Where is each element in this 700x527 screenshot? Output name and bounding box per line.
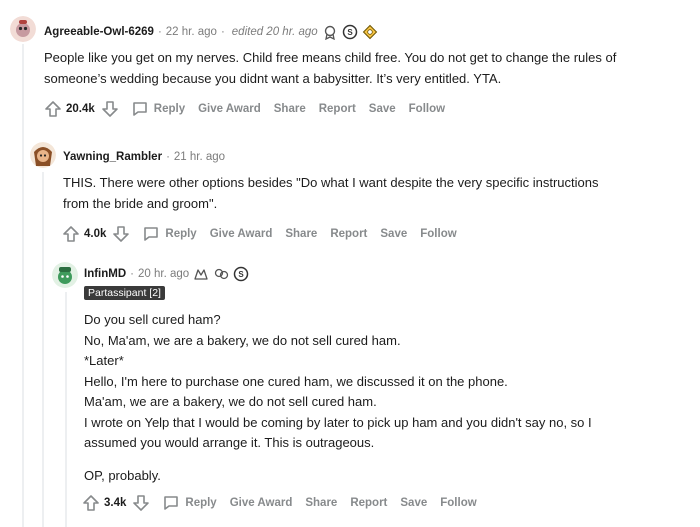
save-button[interactable]: Save: [369, 103, 396, 115]
thread-line[interactable]: [42, 172, 44, 527]
give-award-button[interactable]: Give Award: [210, 228, 273, 240]
vote-score: 20.4k: [66, 103, 95, 115]
reply-bubble-icon: [144, 227, 159, 241]
comment-meta: Yawning_Rambler · 21 hr. ago: [63, 151, 226, 163]
follow-button[interactable]: Follow: [440, 497, 476, 509]
save-button[interactable]: Save: [380, 228, 407, 240]
comment-line: Ma'am, we are a bakery, we do not sell c…: [84, 394, 377, 409]
comment-actions: 20.4k Reply Give Award Share Report Save…: [44, 100, 445, 118]
save-button[interactable]: Save: [400, 497, 427, 509]
comment-line: People like you get on my nerves. Child …: [44, 50, 617, 65]
reply-bubble-icon: [132, 102, 147, 116]
vote-score: 3.4k: [104, 497, 127, 509]
user-flair: Partassipant [2]: [84, 286, 165, 300]
report-button[interactable]: Report: [319, 103, 356, 115]
comment-body: Do you sell cured ham? No, Ma'am, we are…: [84, 310, 684, 486]
thread-line[interactable]: [22, 44, 24, 527]
comment-line: [84, 454, 684, 466]
comment-line: from the bride and groom".: [63, 195, 218, 211]
share-button[interactable]: Share: [285, 228, 317, 240]
thread-line[interactable]: [65, 292, 67, 527]
downvote-icon[interactable]: [101, 100, 119, 118]
comment-line: Do you sell cured ham?: [84, 312, 221, 327]
downvote-icon[interactable]: [112, 225, 130, 243]
timestamp[interactable]: 22 hr. ago: [166, 26, 217, 38]
comment-line: OP, probably.: [84, 467, 161, 483]
comment-line: THIS. There were other options besides "…: [63, 175, 599, 190]
comment-line: No, Ma'am, we are a bakery, we do not se…: [84, 332, 401, 348]
reply-bubble-icon: [164, 496, 179, 510]
comment-line: I wrote on Yelp that I would be coming b…: [84, 414, 592, 430]
give-award-button[interactable]: Give Award: [230, 497, 293, 509]
comment-meta: Agreeable-Owl-6269 · 22 hr. ago · edited…: [44, 24, 378, 40]
username[interactable]: InfinMD: [84, 268, 126, 280]
follow-button[interactable]: Follow: [409, 103, 445, 115]
username[interactable]: Yawning_Rambler: [63, 151, 162, 163]
award-icon[interactable]: [193, 266, 209, 282]
upvote-icon[interactable]: [44, 100, 62, 118]
report-button[interactable]: Report: [350, 497, 387, 509]
avatar[interactable]: [30, 142, 56, 168]
award-icon[interactable]: [322, 24, 338, 40]
comment-body: People like you get on my nerves. Child …: [44, 48, 684, 89]
silver-award-icon[interactable]: S: [342, 24, 358, 40]
share-button[interactable]: Share: [305, 497, 337, 509]
reply-button[interactable]: Reply: [131, 100, 185, 118]
svg-text:S: S: [347, 28, 353, 37]
share-button[interactable]: Share: [274, 103, 306, 115]
give-award-button[interactable]: Give Award: [198, 103, 261, 115]
reply-button[interactable]: Reply: [142, 225, 197, 243]
report-button[interactable]: Report: [330, 228, 367, 240]
award-icon[interactable]: [213, 266, 229, 282]
comment-line: *Later*: [84, 353, 124, 368]
downvote-icon[interactable]: [132, 494, 150, 512]
reply-button[interactable]: Reply: [162, 494, 217, 512]
vote-score: 4.0k: [84, 228, 107, 240]
svg-text:S: S: [238, 270, 244, 279]
timestamp[interactable]: 21 hr. ago: [174, 151, 225, 163]
comment-actions: 3.4k Reply Give Award Share Report Save …: [82, 494, 477, 512]
comment-line: someone’s wedding because you didnt want…: [44, 70, 502, 86]
avatar[interactable]: [52, 262, 78, 288]
upvote-icon[interactable]: [82, 494, 100, 512]
upvote-icon[interactable]: [62, 225, 80, 243]
gold-award-icon[interactable]: [362, 24, 378, 40]
comment-body: THIS. There were other options besides "…: [63, 173, 683, 214]
comment-line: Hello, I'm here to purchase one cured ha…: [84, 373, 508, 389]
comment-actions: 4.0k Reply Give Award Share Report Save …: [62, 225, 457, 243]
follow-button[interactable]: Follow: [420, 228, 456, 240]
username[interactable]: Agreeable-Owl-6269: [44, 26, 154, 38]
silver-award-icon[interactable]: S: [233, 266, 249, 282]
comment-meta: InfinMD · 20 hr. ago S: [84, 266, 249, 282]
avatar[interactable]: [10, 16, 36, 42]
edited-label: edited 20 hr. ago: [231, 26, 318, 38]
comment-line: assumed you would arrange it. This is ou…: [84, 435, 375, 450]
timestamp[interactable]: 20 hr. ago: [138, 268, 189, 280]
